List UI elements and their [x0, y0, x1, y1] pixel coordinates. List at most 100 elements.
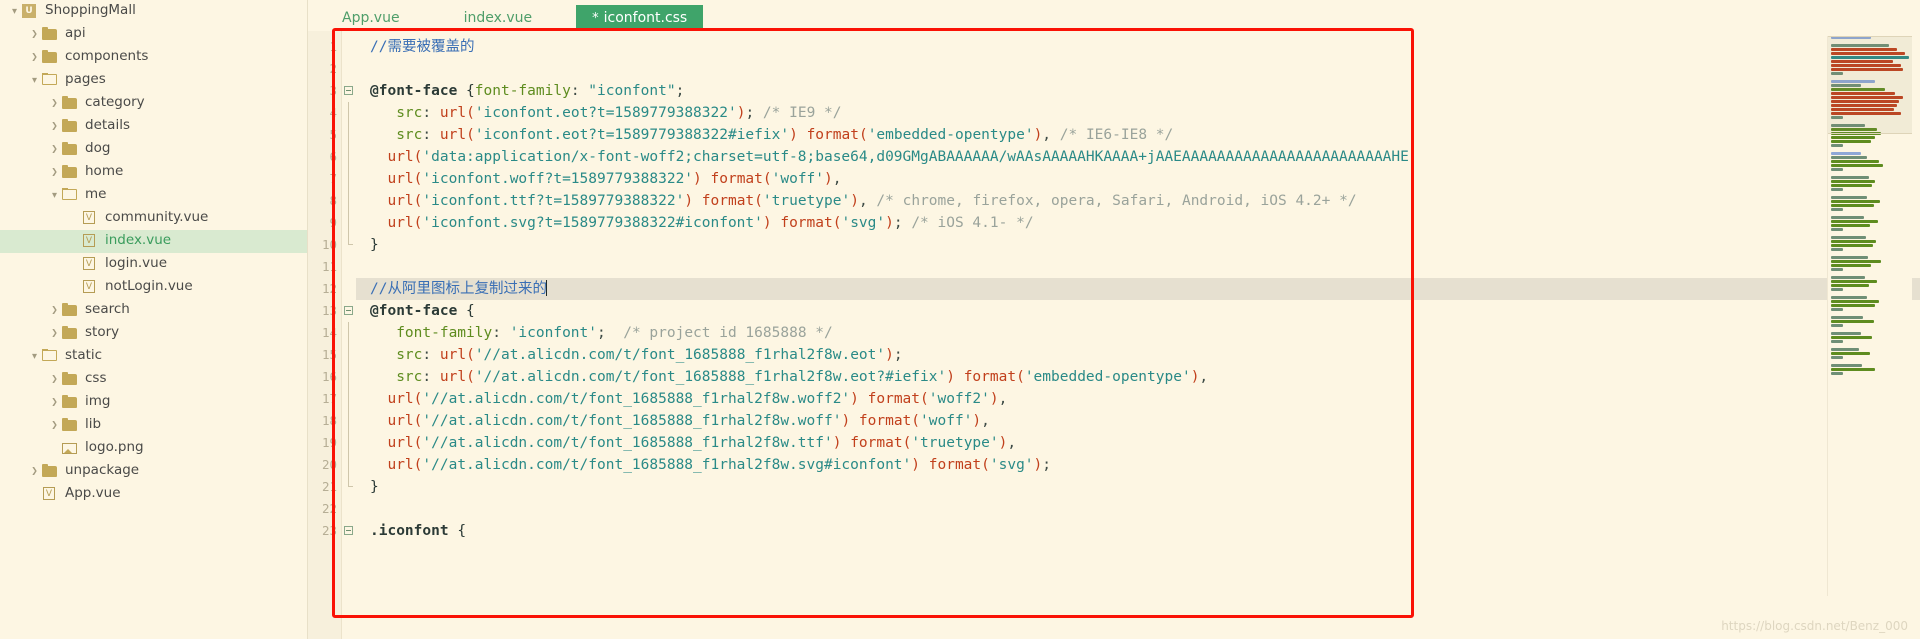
code-token: 'iconfont.ttf?t=1589779388322': [422, 193, 685, 209]
code-token: (: [981, 457, 990, 473]
editor-tab-index-vue[interactable]: index.vue: [444, 5, 553, 31]
code-line[interactable]: @font-face {font-family: "iconfont";: [356, 80, 1920, 102]
tree-item-community-vue[interactable]: community.vue: [0, 207, 307, 230]
chevron-right-icon[interactable]: [48, 375, 61, 384]
tree-item-dog[interactable]: dog: [0, 138, 307, 161]
code-token: format: [850, 435, 903, 451]
chevron-down-icon[interactable]: [28, 352, 41, 362]
tree-item-label: img: [85, 393, 111, 410]
code-line[interactable]: //从阿里图标上复制过来的: [356, 278, 1920, 300]
code-text-area[interactable]: //需要被覆盖的 @font-face {font-family: "iconfo…: [356, 31, 1920, 639]
code-token: /* project id 1685888 */: [623, 325, 833, 341]
code-line[interactable]: src: url('//at.alicdn.com/t/font_1685888…: [356, 344, 1920, 366]
code-line[interactable]: url ('//at.alicdn.com/t/font_1685888_f1rh…: [356, 410, 1920, 432]
code-token: (: [1016, 369, 1025, 385]
code-line[interactable]: font-family: 'iconfont'; /* project id 1…: [356, 322, 1920, 344]
fold-toggle-icon[interactable]: [342, 300, 356, 322]
chevron-right-icon[interactable]: [48, 145, 61, 154]
fold-toggle-icon[interactable]: [342, 80, 356, 102]
code-line[interactable]: url ('//at.alicdn.com/t/font_1685888_f1rh…: [356, 454, 1920, 476]
editor-tab-app-vue[interactable]: App.vue: [322, 5, 420, 31]
chevron-down-icon[interactable]: [8, 7, 21, 17]
chevron-right-icon[interactable]: [28, 53, 41, 62]
chevron-right-icon[interactable]: [48, 168, 61, 177]
tree-item-search[interactable]: search: [0, 299, 307, 322]
chevron-right-icon[interactable]: [48, 306, 61, 315]
code-line[interactable]: url('data:application/x-font-woff2;chars…: [356, 146, 1920, 168]
code-token: 'woff': [771, 171, 825, 187]
tree-item-label: ShoppingMall: [45, 2, 136, 19]
code-token: @font-face: [370, 303, 458, 319]
chevron-down-icon[interactable]: [28, 76, 41, 86]
code-line[interactable]: src: url('iconfont.eot?t=1589779388322')…: [356, 102, 1920, 124]
tree-item-unpackage[interactable]: unpackage: [0, 460, 307, 483]
code-token: src: [396, 369, 423, 385]
code-line[interactable]: src: url('//at.alicdn.com/t/font_1685888…: [356, 366, 1920, 388]
editor-tab-bar[interactable]: App.vue index.vue * iconfont.css: [308, 0, 1920, 31]
code-line[interactable]: }: [356, 234, 1920, 256]
tree-item-label: details: [85, 117, 130, 134]
code-line[interactable]: url('iconfont.svg?t=1589779388322#iconfo…: [356, 212, 1920, 234]
code-line[interactable]: src: url('iconfont.eot?t=1589779388322#i…: [356, 124, 1920, 146]
tree-item-login-vue[interactable]: login.vue: [0, 253, 307, 276]
code-token: ): [1033, 457, 1043, 473]
code-line[interactable]: [356, 58, 1920, 80]
code-editor[interactable]: 1 2 3 4 5 6 7 8 9 10 11 12 13 14 15 16 17 18 19 20 21 22 23 //…: [308, 31, 1920, 639]
tree-item-notlogin-vue[interactable]: notLogin.vue: [0, 276, 307, 299]
code-minimap[interactable]: [1827, 36, 1912, 596]
fold-guide-line: [342, 476, 356, 498]
tree-item-static[interactable]: static: [0, 345, 307, 368]
code-line[interactable]: //需要被覆盖的: [356, 36, 1920, 58]
project-explorer-sidebar[interactable]: ShoppingMall api components pages category de…: [0, 0, 308, 639]
tree-item-components[interactable]: components: [0, 46, 307, 69]
code-token: ): [841, 413, 851, 429]
fold-toggle-icon[interactable]: [342, 520, 356, 542]
code-token: ;: [745, 105, 763, 121]
file-tree[interactable]: ShoppingMall api components pages category de…: [0, 0, 307, 506]
chevron-right-icon[interactable]: [48, 329, 61, 338]
code-line[interactable]: [356, 498, 1920, 520]
code-line[interactable]: .iconfont {: [356, 520, 1920, 542]
chevron-right-icon[interactable]: [48, 99, 61, 108]
tree-item-label: App.vue: [65, 485, 121, 502]
tree-item-pages[interactable]: pages: [0, 69, 307, 92]
code-token: }: [370, 237, 379, 253]
code-line[interactable]: }: [356, 476, 1920, 498]
tree-item-story[interactable]: story: [0, 322, 307, 345]
tree-item-css[interactable]: css: [0, 368, 307, 391]
editor-tab-iconfont-css[interactable]: * iconfont.css: [576, 5, 704, 31]
tree-item-me[interactable]: me: [0, 184, 307, 207]
code-token: ): [885, 215, 894, 231]
tree-item-shoppingmall[interactable]: ShoppingMall: [0, 0, 307, 23]
tree-item-lib[interactable]: lib: [0, 414, 307, 437]
code-line[interactable]: url ('iconfont.ttf?t=1589779388322') form…: [356, 190, 1920, 212]
code-line[interactable]: url ('iconfont.woff?t=1589779388322') for…: [356, 168, 1920, 190]
tree-item-category[interactable]: category: [0, 92, 307, 115]
tree-item-home[interactable]: home: [0, 161, 307, 184]
minimap-viewport-slider[interactable]: [1828, 36, 1912, 134]
chevron-right-icon[interactable]: [28, 467, 41, 476]
tree-item-img[interactable]: img: [0, 391, 307, 414]
code-token: ): [693, 171, 702, 187]
code-line[interactable]: [356, 256, 1920, 278]
tree-item-logo-png[interactable]: logo.png: [0, 437, 307, 460]
folder-open-icon: [41, 73, 59, 88]
code-token: (: [920, 391, 929, 407]
code-line[interactable]: url ('//at.alicdn.com/t/font_1685888_f1rh…: [356, 388, 1920, 410]
tree-item-app-vue[interactable]: App.vue: [0, 483, 307, 506]
code-line[interactable]: url ('//at.alicdn.com/t/font_1685888_f1rh…: [356, 432, 1920, 454]
minimap-line: [1831, 256, 1868, 259]
chevron-right-icon[interactable]: [48, 398, 61, 407]
tree-item-details[interactable]: details: [0, 115, 307, 138]
code-folding-column[interactable]: [342, 31, 356, 639]
tree-item-index-vue[interactable]: index.vue: [0, 230, 307, 253]
code-line[interactable]: @font-face {: [356, 300, 1920, 322]
minimap-line: [1831, 240, 1876, 243]
chevron-down-icon[interactable]: [48, 191, 61, 201]
chevron-right-icon[interactable]: [48, 421, 61, 430]
chevron-right-icon[interactable]: [28, 30, 41, 39]
tree-item-api[interactable]: api: [0, 23, 307, 46]
chevron-right-icon[interactable]: [48, 122, 61, 131]
